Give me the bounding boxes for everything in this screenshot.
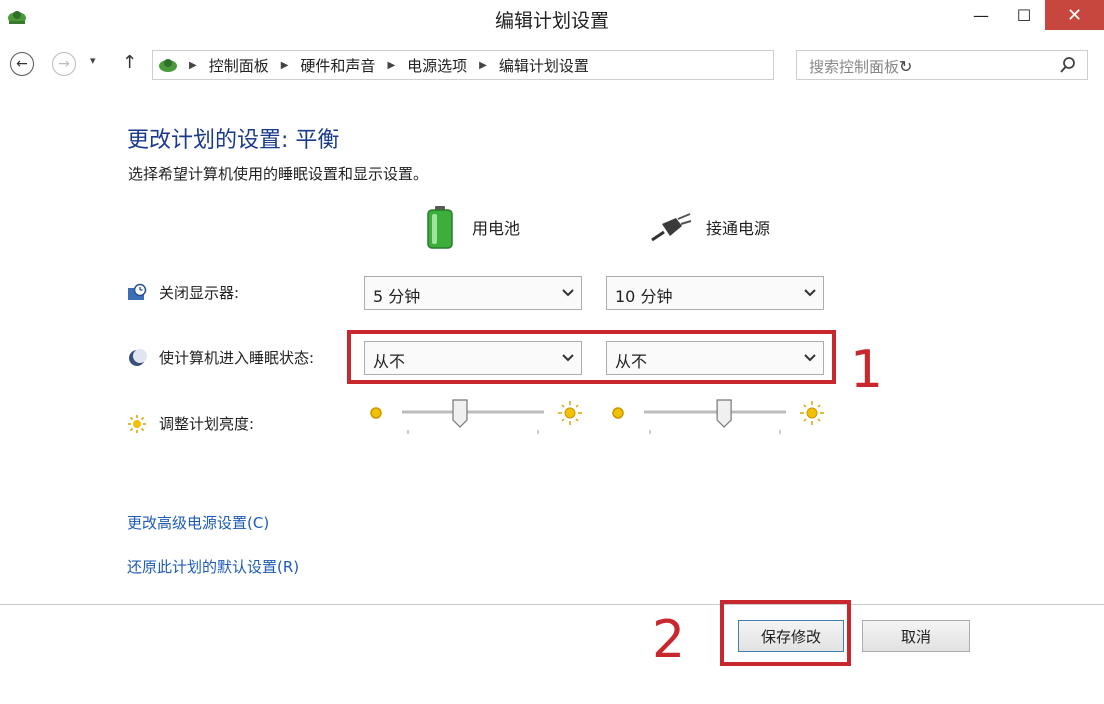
turn-off-display-row-label: 关闭显示器: — [127, 282, 239, 303]
title-bar: 编辑计划设置 — ☐ ✕ — [0, 0, 1104, 40]
search-input[interactable]: 搜索控制面板 — [796, 50, 1088, 80]
dim-sun-icon — [612, 407, 624, 419]
brightness-label: 调整计划亮度: — [159, 415, 255, 433]
restore-defaults-link[interactable]: 还原此计划的默认设置(R) — [127, 556, 299, 577]
arrow-right-icon: → — [58, 56, 70, 72]
slider-graphic — [370, 399, 582, 434]
power-plug-icon — [651, 213, 692, 242]
slider-thumb[interactable] — [452, 399, 468, 428]
recent-locations-button[interactable]: ▾ — [90, 54, 96, 67]
sleep-label: 使计算机进入睡眠状态: — [159, 349, 315, 367]
brightness-plugged-slider[interactable] — [606, 396, 846, 436]
turn-off-display-label: 关闭显示器: — [159, 284, 240, 302]
bright-sun-icon — [800, 401, 824, 425]
control-panel-icon — [159, 59, 177, 72]
chevron-down-icon — [562, 289, 574, 297]
chevron-right-icon[interactable]: ▶ — [387, 60, 395, 71]
maximize-button[interactable]: ☐ — [1001, 0, 1047, 30]
column-header-battery: 用电池 — [426, 205, 520, 249]
search-placeholder: 搜索控制面板 — [809, 58, 900, 76]
display-timer-icon — [128, 283, 147, 300]
battery-column-label: 用电池 — [472, 219, 521, 238]
breadcrumb-item-control-panel[interactable]: 控制面板 — [209, 55, 269, 76]
column-header-plugged-in: 接通电源 — [650, 212, 770, 242]
moon-icon — [129, 348, 147, 366]
slider-graphic — [612, 399, 824, 434]
chevron-right-icon[interactable]: ▶ — [479, 60, 487, 71]
brightness-battery-slider[interactable] — [364, 396, 604, 436]
close-button[interactable]: ✕ — [1045, 0, 1104, 30]
cancel-button[interactable]: 取消 — [862, 620, 970, 652]
footer-divider — [0, 604, 1104, 605]
display-battery-select[interactable]: 5 分钟 — [364, 276, 582, 310]
back-button[interactable]: ← — [10, 52, 34, 76]
annotation-number-1: 1 — [850, 340, 884, 400]
breadcrumb-item-power-options[interactable]: 电源选项 — [407, 55, 467, 76]
plugged-column-label: 接通电源 — [706, 219, 771, 238]
breadcrumb-item-edit-plan[interactable]: 编辑计划设置 — [499, 55, 589, 76]
chevron-right-icon: ▶ — [189, 59, 197, 71]
forward-button[interactable]: → — [52, 52, 76, 76]
page-title: 更改计划的设置: 平衡 — [127, 128, 340, 153]
slider-thumb[interactable] — [716, 399, 732, 428]
arrow-up-icon: ↑ — [122, 52, 138, 73]
chevron-down-icon: ▾ — [90, 54, 96, 67]
navigation-bar: ← → ▾ ↑ ▶ 控制面板 ▶ 硬件和声音 ▶ 电源选项 ▶ 编辑计划设置 ⌵… — [0, 44, 1104, 84]
battery-icon — [427, 206, 453, 249]
sleep-row-label: 使计算机进入睡眠状态: — [127, 347, 314, 368]
chevron-down-icon — [804, 289, 816, 297]
display-plugged-value: 10 分钟 — [615, 287, 673, 306]
page-subtitle: 选择希望计算机使用的睡眠设置和显示设置。 — [128, 165, 429, 183]
breadcrumb-item-hardware-sound[interactable]: 硬件和声音 — [300, 55, 375, 76]
window-title: 编辑计划设置 — [494, 10, 609, 32]
bright-sun-icon — [558, 401, 582, 425]
display-plugged-select[interactable]: 10 分钟 — [606, 276, 824, 310]
chevron-right-icon[interactable]: ▶ — [281, 60, 289, 71]
annotation-number-2: 2 — [652, 610, 686, 670]
dim-sun-icon — [370, 407, 382, 419]
search-icon[interactable] — [1059, 55, 1077, 75]
minimize-button[interactable]: — — [958, 0, 1004, 30]
breadcrumb: ▶ 控制面板 ▶ 硬件和声音 ▶ 电源选项 ▶ 编辑计划设置 — [185, 51, 589, 79]
arrow-left-icon: ← — [16, 56, 28, 72]
brightness-row-label: 调整计划亮度: — [127, 413, 254, 434]
annotation-box-2 — [720, 600, 851, 666]
sun-icon — [128, 414, 146, 433]
annotation-box-1 — [347, 330, 836, 384]
advanced-power-settings-link[interactable]: 更改高级电源设置(C) — [127, 512, 269, 533]
up-button[interactable]: ↑ — [122, 52, 137, 73]
display-battery-value: 5 分钟 — [373, 287, 421, 306]
address-bar[interactable]: ▶ 控制面板 ▶ 硬件和声音 ▶ 电源选项 ▶ 编辑计划设置 ⌵ ↻ — [152, 50, 912, 80]
